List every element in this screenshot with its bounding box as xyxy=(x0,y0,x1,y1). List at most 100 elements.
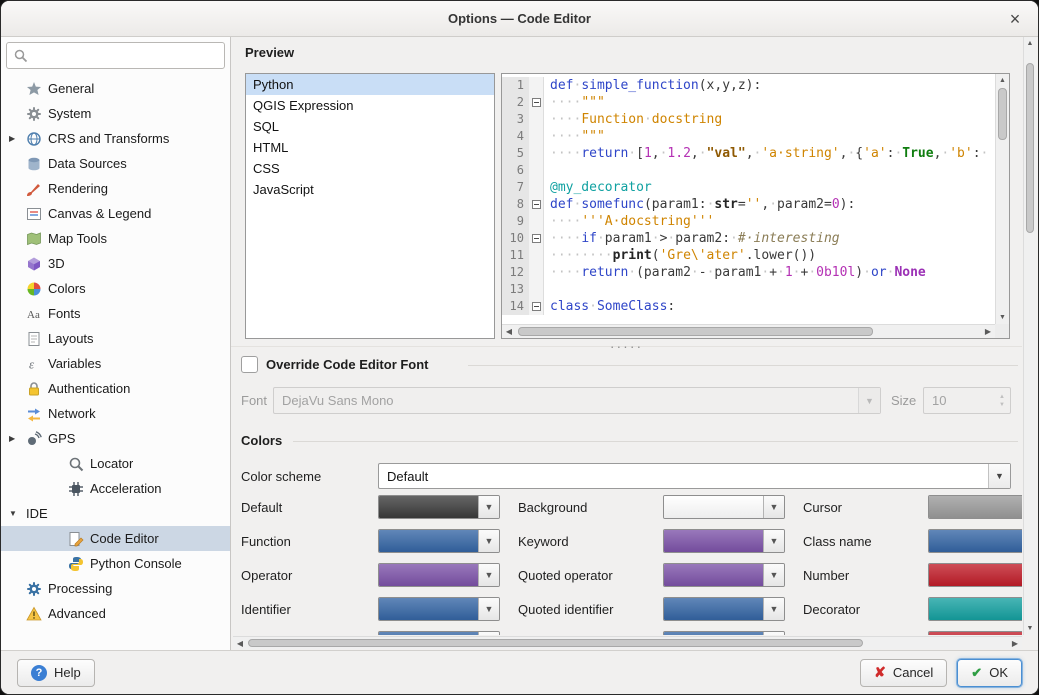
color-swatch-default[interactable]: ▼ xyxy=(378,495,500,519)
scroll-right-icon[interactable]: ▶ xyxy=(981,325,995,338)
close-icon[interactable]: × xyxy=(1004,8,1026,30)
color-swatch-decorator[interactable]: ▼ xyxy=(928,597,1022,621)
color-swatch-quoted-operator[interactable]: ▼ xyxy=(663,563,785,587)
color-swatch-identifier[interactable]: ▼ xyxy=(378,597,500,621)
titlebar[interactable]: Options — Code Editor × xyxy=(1,1,1038,37)
sidebar-item-ide[interactable]: ▼IDE xyxy=(1,501,230,526)
editor-vscroll-thumb[interactable] xyxy=(998,88,1007,140)
sidebar-item-rendering[interactable]: Rendering xyxy=(1,176,230,201)
sidebar-search[interactable] xyxy=(6,42,225,69)
sidebar-item-gps[interactable]: ▶GPS xyxy=(1,426,230,451)
override-font-checkbox[interactable] xyxy=(241,356,258,373)
pane-vscroll-thumb[interactable] xyxy=(1026,63,1034,233)
pane-hscroll-thumb[interactable] xyxy=(248,639,863,647)
color-swatch-keyword[interactable]: ▼ xyxy=(663,529,785,553)
editor-hscrollbar[interactable]: ◀ ▶ xyxy=(502,324,995,338)
chevron-down-icon: ▼ xyxy=(478,496,499,518)
sidebar-item-colors[interactable]: Colors xyxy=(1,276,230,301)
sidebar-item-system[interactable]: System xyxy=(1,101,230,126)
colors-group-title: Colors xyxy=(241,433,282,448)
acceleration-icon xyxy=(68,481,90,497)
fold-marker-icon[interactable] xyxy=(532,98,541,107)
help-icon: ? xyxy=(31,665,47,681)
color-swatch-class-name[interactable]: ▼ xyxy=(928,529,1022,553)
cancel-button-label: Cancel xyxy=(893,665,933,680)
sidebar-item-advanced[interactable]: Advanced xyxy=(1,601,230,626)
editor-hscroll-thumb[interactable] xyxy=(518,327,873,336)
scroll-up-icon[interactable]: ▲ xyxy=(1024,37,1036,50)
sidebar-item-locator[interactable]: Locator xyxy=(1,451,230,476)
swatch-color xyxy=(664,564,763,586)
help-button[interactable]: ? Help xyxy=(17,659,95,687)
pane-hscrollbar[interactable]: ◀ ▶ xyxy=(233,636,1022,649)
chevron-down-icon: ▼ xyxy=(763,632,784,635)
editor-vscrollbar[interactable]: ▲ ▼ xyxy=(995,74,1009,324)
pane-vscrollbar[interactable]: ▲ ▼ xyxy=(1023,37,1036,635)
sidebar-item-code-editor[interactable]: Code Editor xyxy=(1,526,230,551)
code-preview-editor[interactable]: 1def·simple_function(x,y,z):2····"""3···… xyxy=(501,73,1010,339)
language-item-qgis-expression[interactable]: QGIS Expression xyxy=(246,95,494,116)
fold-marker-icon[interactable] xyxy=(532,302,541,311)
color-swatch-partial[interactable]: ▼ xyxy=(663,631,785,635)
sidebar-item-3d[interactable]: 3D xyxy=(1,251,230,276)
sidebar-item-crs-and-transforms[interactable]: ▶CRS and Transforms xyxy=(1,126,230,151)
colors-grid: Default▼Background▼Cursor▼Function▼Keywo… xyxy=(241,495,1022,635)
color-swatch-function[interactable]: ▼ xyxy=(378,529,500,553)
language-item-css[interactable]: CSS xyxy=(246,158,494,179)
sidebar-item-fonts[interactable]: Fonts xyxy=(1,301,230,326)
expand-arrow-icon[interactable]: ▶ xyxy=(9,134,26,143)
sidebar-item-general[interactable]: General xyxy=(1,76,230,101)
ok-button[interactable]: ✔ OK xyxy=(957,659,1022,687)
sidebar-item-canvas-legend[interactable]: Canvas & Legend xyxy=(1,201,230,226)
fold-marker-icon[interactable] xyxy=(532,234,541,243)
fold-marker-icon[interactable] xyxy=(532,200,541,209)
sidebar-item-label: System xyxy=(48,106,91,121)
language-item-html[interactable]: HTML xyxy=(246,137,494,158)
color-swatch-quoted-identifier[interactable]: ▼ xyxy=(663,597,785,621)
fold-margin xyxy=(529,179,544,196)
sidebar-item-python-console[interactable]: Python Console xyxy=(1,551,230,576)
chevron-down-icon: ▼ xyxy=(763,598,784,620)
collapse-arrow-icon[interactable]: ▼ xyxy=(9,509,26,518)
sidebar-item-network[interactable]: Network xyxy=(1,401,230,426)
color-swatch-operator[interactable]: ▼ xyxy=(378,563,500,587)
color-swatch-background[interactable]: ▼ xyxy=(663,495,785,519)
override-font-label: Override Code Editor Font xyxy=(266,357,429,372)
swatch-color xyxy=(379,564,478,586)
sidebar-item-map-tools[interactable]: Map Tools xyxy=(1,226,230,251)
scroll-down-icon[interactable]: ▼ xyxy=(1024,622,1036,635)
color-swatch-partial[interactable]: ▼ xyxy=(928,631,1022,635)
sidebar-item-acceleration[interactable]: Acceleration xyxy=(1,476,230,501)
sidebar-item-data-sources[interactable]: Data Sources xyxy=(1,151,230,176)
authentication-icon xyxy=(26,381,48,397)
scroll-right-icon[interactable]: ▶ xyxy=(1008,637,1022,650)
sidebar-item-label: Authentication xyxy=(48,381,130,396)
sidebar-item-processing[interactable]: Processing xyxy=(1,576,230,601)
override-group-line xyxy=(468,365,1018,366)
scroll-left-icon[interactable]: ◀ xyxy=(233,637,247,650)
swatch-color xyxy=(664,496,763,518)
scroll-left-icon[interactable]: ◀ xyxy=(502,325,516,338)
scroll-up-icon[interactable]: ▲ xyxy=(996,74,1009,87)
color-swatch-number[interactable]: ▼ xyxy=(928,563,1022,587)
options-dialog: Options — Code Editor × General System ▶CR… xyxy=(0,0,1039,695)
color-scheme-select[interactable]: Default ▼ xyxy=(378,463,1011,489)
search-input[interactable] xyxy=(34,48,218,63)
language-item-sql[interactable]: SQL xyxy=(246,116,494,137)
language-item-python[interactable]: Python xyxy=(246,74,494,95)
color-swatch-cursor[interactable]: ▼ xyxy=(928,495,1022,519)
scrollbar-corner xyxy=(995,324,1009,338)
splitter-handle[interactable]: ····· xyxy=(610,339,643,353)
expand-arrow-icon[interactable]: ▶ xyxy=(9,434,26,443)
language-item-javascript[interactable]: JavaScript xyxy=(246,179,494,200)
swatch-color xyxy=(929,496,1022,518)
sidebar-item-variables[interactable]: Variables xyxy=(1,351,230,376)
swatch-color xyxy=(379,496,478,518)
scroll-down-icon[interactable]: ▼ xyxy=(996,311,1009,324)
sidebar-item-layouts[interactable]: Layouts xyxy=(1,326,230,351)
sidebar-item-authentication[interactable]: Authentication xyxy=(1,376,230,401)
cancel-button[interactable]: ✘ Cancel xyxy=(860,659,947,687)
color-swatch-partial[interactable]: ▼ xyxy=(378,631,500,635)
code-line: 12····return·(param2·-·param1·+·1·+·0b10… xyxy=(502,264,995,281)
code-line: 14class·SomeClass: xyxy=(502,298,995,315)
